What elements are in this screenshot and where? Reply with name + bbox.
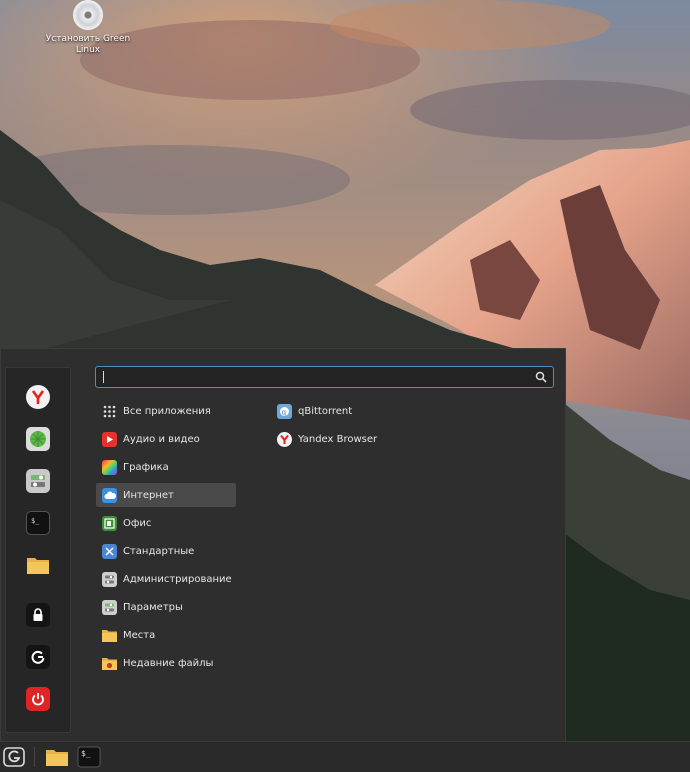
favorites-panel: $_ (5, 367, 71, 733)
category-label: Графика (123, 461, 169, 473)
search-icon (535, 371, 547, 383)
folder-icon (46, 750, 68, 766)
office-icon (102, 515, 117, 531)
app-label: Yandex Browser (298, 433, 378, 445)
category-label: Аудио и видео (123, 433, 200, 445)
taskbar-files-launcher[interactable] (45, 746, 69, 768)
qbittorrent-icon: q (277, 403, 292, 419)
taskbar: $_ (0, 741, 690, 772)
category-audio-video[interactable]: Аудио и видео (96, 427, 236, 451)
start-menu-button[interactable] (2, 746, 26, 768)
category-label: Стандартные (123, 545, 195, 557)
software-manager-icon[interactable] (26, 427, 50, 451)
accessories-icon (102, 543, 117, 559)
svg-text:q: q (282, 408, 286, 416)
install-green-linux-desktop-icon[interactable]: Установить Green Linux (40, 0, 136, 56)
category-preferences[interactable]: Параметры (96, 595, 236, 619)
category-label: Интернет (123, 489, 174, 501)
admin-icon (102, 571, 117, 587)
green-linux-logo-icon (3, 747, 25, 767)
cloud-icon (102, 487, 117, 503)
category-all-apps[interactable]: Все приложения (96, 399, 236, 423)
app-qbittorrent[interactable]: q qBittorrent (271, 399, 471, 423)
folder-icon[interactable] (26, 553, 50, 577)
category-places[interactable]: Места (96, 623, 236, 647)
install-icon-label: Установить Green Linux (45, 34, 131, 55)
grid-icon (102, 404, 117, 419)
search-input[interactable] (95, 366, 554, 388)
play-icon (102, 431, 117, 447)
category-office[interactable]: Офис (96, 511, 236, 535)
yandex-icon[interactable] (26, 385, 50, 409)
settings-icon[interactable] (26, 469, 50, 493)
category-label: Администрирование (123, 573, 232, 585)
yandex-icon (277, 431, 292, 447)
lock-icon[interactable] (26, 603, 50, 627)
category-label: Недавние файлы (123, 657, 214, 669)
category-internet[interactable]: Интернет (96, 483, 236, 507)
app-label: qBittorrent (298, 405, 353, 417)
category-administration[interactable]: Администрирование (96, 567, 236, 591)
taskbar-separator (34, 747, 35, 767)
category-recent-files[interactable]: Недавние файлы (96, 651, 236, 675)
power-icon[interactable] (26, 687, 50, 711)
logout-icon[interactable] (26, 645, 50, 669)
application-menu: $_ Все приложения Аудио и видео Графика … (0, 348, 566, 743)
recent-icon (102, 656, 117, 671)
folder-icon (102, 628, 117, 643)
preferences-icon (102, 599, 117, 615)
app-yandex-browser[interactable]: Yandex Browser (271, 427, 471, 451)
category-graphics[interactable]: Графика (96, 455, 236, 479)
disc-icon (73, 0, 103, 30)
category-label: Все приложения (123, 405, 211, 417)
category-label: Места (123, 629, 156, 641)
category-label: Параметры (123, 601, 183, 613)
terminal-icon[interactable]: $_ (26, 511, 50, 535)
svg-text:$_: $_ (31, 517, 40, 525)
graphics-icon (102, 459, 117, 475)
taskbar-terminal-launcher[interactable]: $_ (77, 746, 101, 768)
text-caret (103, 371, 104, 383)
terminal-icon: $_ (77, 746, 101, 768)
category-label: Офис (123, 517, 152, 529)
svg-text:$_: $_ (81, 749, 91, 758)
category-accessories[interactable]: Стандартные (96, 539, 236, 563)
